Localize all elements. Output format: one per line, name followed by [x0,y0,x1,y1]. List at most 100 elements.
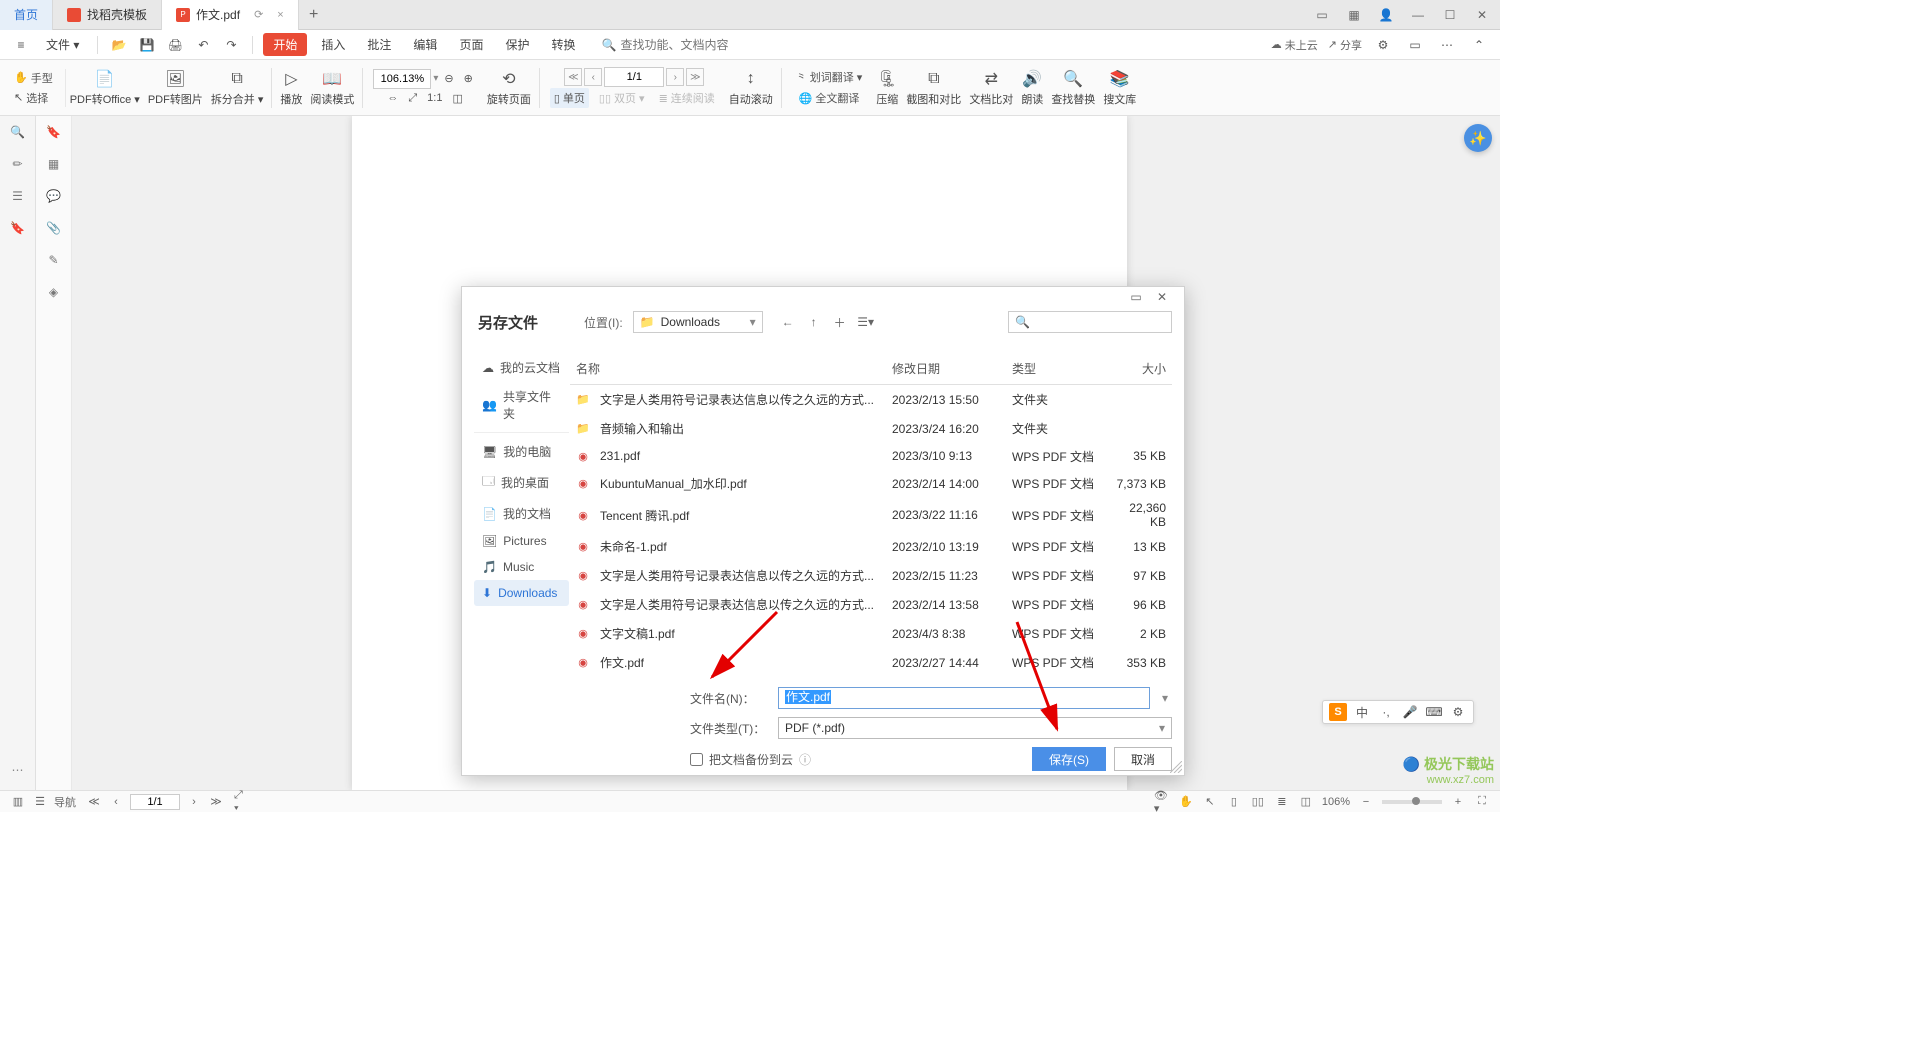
sidebar-music[interactable]: 🎵Music [474,554,569,580]
start-tab[interactable]: 开始 [263,33,307,56]
attachment-icon[interactable]: 📎 [44,218,64,238]
feature-search-input[interactable] [620,38,780,52]
file-row[interactable]: ◉文字是人类用符号记录表达信息以传之久远的方式...2023/2/14 13:5… [570,590,1172,619]
magnifier-icon[interactable]: 🔍 [8,122,28,142]
maximize-button[interactable]: ☐ [1438,3,1462,27]
gear-icon[interactable]: ⚙ [1372,34,1394,56]
double-page[interactable]: ▯▯ 双页 ▾ [595,88,649,108]
hamburger-icon[interactable]: ≡ [10,34,32,56]
sb-fullscreen-icon[interactable]: ⛶ [1474,794,1490,810]
dialog-minimize-icon[interactable]: ▭ [1126,287,1146,307]
file-row[interactable]: ◉KubuntuManual_加水印.pdf2023/2/14 14:00WPS… [570,469,1172,498]
continuous-read[interactable]: ≣ 连续阅读 [655,88,719,108]
filename-dropdown-icon[interactable]: ▾ [1158,691,1172,705]
first-page-icon[interactable]: ≪ [564,68,582,86]
dialog-close-icon[interactable]: ✕ [1152,287,1172,307]
ime-voice-icon[interactable]: 🎤 [1401,703,1419,721]
col-date[interactable]: 修改日期 [886,357,1006,380]
shapes-icon[interactable]: ✏ [8,154,28,174]
search-library[interactable]: 📚搜文库 [1099,67,1140,109]
prev-page-icon[interactable]: ‹ [584,68,602,86]
insert-tab[interactable]: 插入 [313,32,353,57]
sb-hand-icon[interactable]: ✋ [1178,794,1194,810]
pdf-to-office[interactable]: 📄PDF转Office ▾ [66,67,144,109]
ime-punct-icon[interactable]: ·, [1377,703,1395,721]
save-icon[interactable]: 💾 [136,34,158,56]
word-translate[interactable]: ⺀ 划词翻译 ▾ [792,67,867,87]
file-row[interactable]: ◉Tencent 腾讯.pdf2023/3/22 11:16WPS PDF 文档… [570,498,1172,532]
assistant-float-button[interactable]: ✨ [1464,124,1492,152]
read-mode[interactable]: 📖阅读模式 [306,67,358,109]
page-input[interactable] [604,67,664,87]
annotate-tab[interactable]: 批注 [359,32,399,57]
info-icon[interactable]: ⓘ [799,751,811,768]
zoom-in-icon[interactable]: ⊕ [460,70,477,87]
up-icon[interactable]: ↑ [805,313,823,331]
sidebar-computer[interactable]: 🖥我的电脑 [474,437,569,466]
sync-icon[interactable]: ⟳ [254,8,263,21]
sidebar-shared[interactable]: 👥共享文件夹 [474,382,569,428]
find-replace[interactable]: 🔍查找替换 [1047,67,1099,109]
nav-icon[interactable]: ☰ [32,794,48,810]
file-row[interactable]: ◉文字是人类用符号记录表达信息以传之久远的方式...2023/2/15 11:2… [570,561,1172,590]
stamp-icon[interactable]: 🔖 [8,218,28,238]
dialog-search-input[interactable] [1034,316,1165,328]
file-row[interactable]: ◉文字文稿1.pdf2023/4/3 8:38WPS PDF 文档2 KB [570,619,1172,648]
sb-eye-icon[interactable]: 👁 ▾ [1154,794,1170,810]
sb-fit-icon[interactable]: ⤢ ▾ [234,794,250,810]
sb-zoom-out-icon[interactable]: − [1358,794,1374,810]
split-merge[interactable]: ⧉拆分合并 ▾ [207,67,268,109]
tab-home[interactable]: 首页 [0,0,53,30]
select-tool[interactable]: ↖选择 [10,89,57,107]
sb-cont-icon[interactable]: ≣ [1274,794,1290,810]
new-folder-icon[interactable]: ＋ [831,313,849,331]
thumbnail-icon[interactable]: ▦ [44,154,64,174]
file-row[interactable]: ◉作文.pdf2023/2/27 14:44WPS PDF 文档353 KB [570,648,1172,677]
sidebar-downloads[interactable]: ⬇Downloads [474,580,569,606]
filename-input[interactable]: 作文.pdf [778,687,1150,709]
fit-width-icon[interactable]: ⇔ [383,90,402,106]
close-tab-icon[interactable]: × [277,9,283,21]
layout-icon[interactable]: ▭ [1310,3,1334,27]
file-menu[interactable]: 文件 ▾ [38,32,87,57]
read-aloud[interactable]: 🔊朗读 [1017,67,1047,109]
comment-icon[interactable]: 💬 [44,186,64,206]
cancel-button[interactable]: 取消 [1114,747,1172,771]
auto-scroll[interactable]: ↕自动滚动 [725,67,777,109]
save-button[interactable]: 保存(S) [1032,747,1106,771]
layers-icon[interactable]: ◈ [44,282,64,302]
sb-zoomfit-icon[interactable]: ◫ [1298,794,1314,810]
share-button[interactable]: ↗分享 [1328,37,1362,53]
file-row[interactable]: ◉231.pdf2023/3/10 9:13WPS PDF 文档35 KB [570,443,1172,469]
col-size[interactable]: 大小 [1106,357,1172,380]
backup-checkbox[interactable] [690,753,703,766]
col-name[interactable]: 名称 [570,357,886,380]
sidebar-mydocs[interactable]: 📄我的文档 [474,499,569,528]
sb-single-icon[interactable]: ▯ [1226,794,1242,810]
col-type[interactable]: 类型 [1006,357,1106,380]
play-button[interactable]: ▷播放 [276,67,306,109]
sidebar-toggle-icon[interactable]: ▥ [10,794,26,810]
more-tools-icon[interactable]: ⋯ [8,760,28,780]
zoom-area-icon[interactable]: ◫ [448,90,466,107]
form-icon[interactable]: ☰ [8,186,28,206]
user-avatar-icon[interactable]: 👤 [1374,3,1398,27]
file-list-header[interactable]: 名称 修改日期 类型 大小 [570,353,1172,385]
sb-zoom-in-icon[interactable]: + [1450,794,1466,810]
window-icon[interactable]: ▭ [1404,34,1426,56]
compress[interactable]: 🗜压缩 [872,67,902,109]
file-row[interactable]: 📁音频输入和输出2023/3/24 16:20文件夹 [570,414,1172,443]
print-icon[interactable]: 🖨 [164,34,186,56]
feature-search[interactable]: 🔍 [601,38,780,52]
dialog-search[interactable]: 🔍 [1008,311,1172,333]
add-tab-button[interactable]: + [299,6,329,24]
filetype-select[interactable]: PDF (*.pdf) ▾ [778,717,1172,739]
sb-next-icon[interactable]: › [186,794,202,810]
hand-tool[interactable]: ✋手型 [10,69,57,87]
close-window-button[interactable]: ✕ [1470,3,1494,27]
zoom-input[interactable] [373,69,431,89]
cloud-status[interactable]: ☁未上云 [1271,37,1318,53]
ime-lang[interactable]: 中 [1353,703,1371,721]
next-page-icon[interactable]: › [666,68,684,86]
back-icon[interactable]: ← [779,313,797,331]
